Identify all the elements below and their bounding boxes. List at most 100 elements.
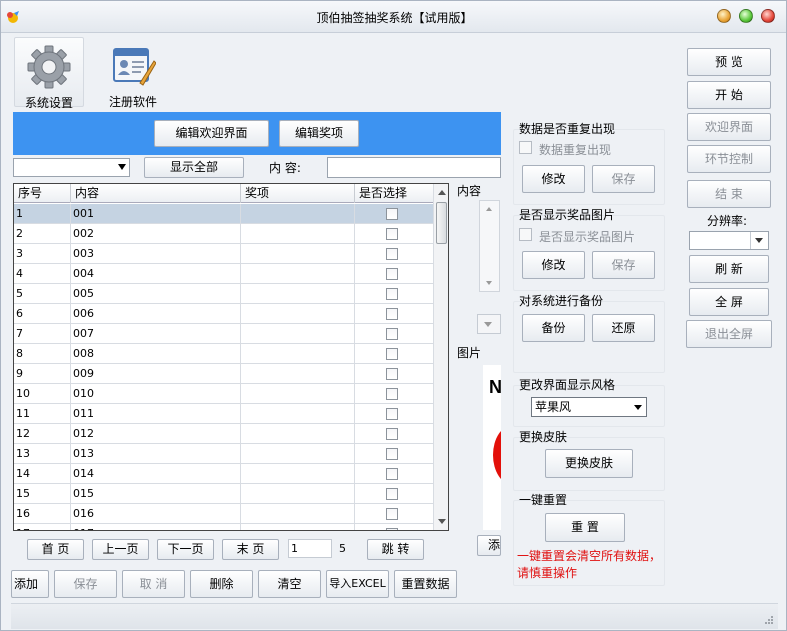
maximize-button[interactable] <box>739 9 753 23</box>
change-skin-button[interactable]: 更换皮肤 <box>545 449 633 478</box>
cell-no[interactable]: 11 <box>14 404 71 423</box>
last-page-button[interactable]: 末 页 <box>222 539 279 560</box>
cell-no[interactable]: 5 <box>14 284 71 303</box>
cell-prize[interactable] <box>241 444 355 463</box>
cell-prize[interactable] <box>241 304 355 323</box>
style-dropdown[interactable]: 苹果风 <box>531 397 647 417</box>
cell-content[interactable]: 005 <box>71 284 241 303</box>
cell-no[interactable]: 16 <box>14 504 71 523</box>
filter-dropdown[interactable] <box>13 158 130 177</box>
cell-no[interactable]: 7 <box>14 324 71 343</box>
end-button[interactable]: 结 束 <box>687 180 771 208</box>
cell-prize[interactable] <box>241 364 355 383</box>
scroll-down-icon[interactable] <box>486 281 492 285</box>
preview-button[interactable]: 预 览 <box>687 48 771 76</box>
cell-content[interactable]: 015 <box>71 484 241 503</box>
table-row[interactable]: 1 001 <box>14 204 433 224</box>
row-select-checkbox[interactable] <box>386 448 398 460</box>
save-button[interactable]: 保存 <box>54 570 117 598</box>
resize-grip-icon[interactable] <box>764 615 774 625</box>
table-row[interactable]: 15 015 <box>14 484 433 504</box>
prize-image-modify-button[interactable]: 修改 <box>522 251 585 279</box>
cell-prize[interactable] <box>241 284 355 303</box>
page-number-input[interactable]: 1 <box>288 539 332 558</box>
row-select-checkbox[interactable] <box>386 348 398 360</box>
row-select-checkbox[interactable] <box>386 408 398 420</box>
row-select-checkbox[interactable] <box>386 488 398 500</box>
cell-content[interactable]: 013 <box>71 444 241 463</box>
cell-prize[interactable] <box>241 504 355 523</box>
table-row[interactable]: 12 012 <box>14 424 433 444</box>
cancel-button[interactable]: 取 消 <box>122 570 185 598</box>
table-row[interactable]: 6 006 <box>14 304 433 324</box>
next-page-button[interactable]: 下一页 <box>157 539 214 560</box>
repeat-modify-button[interactable]: 修改 <box>522 165 585 193</box>
cell-no[interactable]: 14 <box>14 464 71 483</box>
exit-fullscreen-button[interactable]: 退出全屏 <box>686 320 772 348</box>
welcome-screen-button[interactable]: 欢迎界面 <box>687 113 771 141</box>
table-row[interactable]: 17017 <box>14 524 433 530</box>
register-software-button[interactable]: 注册软件 <box>98 37 168 109</box>
table-row[interactable]: 14 014 <box>14 464 433 484</box>
refresh-button[interactable]: 刷 新 <box>689 255 769 283</box>
cell-prize[interactable] <box>241 384 355 403</box>
edit-prizes-button[interactable]: 编辑奖项 <box>279 120 359 147</box>
goto-page-button[interactable]: 跳 转 <box>367 539 424 560</box>
cell-prize[interactable] <box>241 244 355 263</box>
cell-prize[interactable] <box>241 264 355 283</box>
cell-no[interactable]: 15 <box>14 484 71 503</box>
fullscreen-button[interactable]: 全 屏 <box>689 288 769 316</box>
cell-no[interactable]: 10 <box>14 384 71 403</box>
cell-no[interactable]: 1 <box>14 204 71 223</box>
cell-prize[interactable] <box>241 324 355 343</box>
table-row[interactable]: 16 016 <box>14 504 433 524</box>
table-row[interactable]: 2 002 <box>14 224 433 244</box>
side-prize-dropdown[interactable] <box>477 314 501 334</box>
row-select-checkbox[interactable] <box>386 288 398 300</box>
start-button[interactable]: 开 始 <box>687 81 771 109</box>
edit-welcome-button[interactable]: 编辑欢迎界面 <box>154 120 269 147</box>
table-row[interactable]: 7 007 <box>14 324 433 344</box>
cell-content[interactable]: 003 <box>71 244 241 263</box>
table-row[interactable]: 9 009 <box>14 364 433 384</box>
cell-content[interactable]: 004 <box>71 264 241 283</box>
cell-prize[interactable] <box>241 204 355 223</box>
minimize-button[interactable] <box>717 9 731 23</box>
one-click-reset-button[interactable]: 重 置 <box>545 513 625 542</box>
resolution-dropdown[interactable] <box>689 231 769 250</box>
row-select-checkbox[interactable] <box>386 228 398 240</box>
cell-content[interactable]: 016 <box>71 504 241 523</box>
cell-prize[interactable] <box>241 424 355 443</box>
cell-prize[interactable] <box>241 524 355 530</box>
table-row[interactable]: 5 005 <box>14 284 433 304</box>
prev-page-button[interactable]: 上一页 <box>92 539 149 560</box>
cell-no[interactable]: 17 <box>14 524 71 530</box>
cell-prize[interactable] <box>241 224 355 243</box>
backup-button[interactable]: 备份 <box>522 314 585 342</box>
close-button[interactable] <box>761 9 775 23</box>
row-select-checkbox[interactable] <box>386 428 398 440</box>
cell-no[interactable]: 2 <box>14 224 71 243</box>
cell-content[interactable]: 017 <box>71 524 241 530</box>
scroll-up-icon[interactable] <box>486 207 492 211</box>
content-search-input[interactable] <box>327 157 501 178</box>
show-all-button[interactable]: 显示全部 <box>144 157 244 178</box>
restore-button[interactable]: 还原 <box>592 314 655 342</box>
cell-no[interactable]: 8 <box>14 344 71 363</box>
row-select-checkbox[interactable] <box>386 328 398 340</box>
cell-no[interactable]: 12 <box>14 424 71 443</box>
table-row[interactable]: 10 010 <box>14 384 433 404</box>
row-select-checkbox[interactable] <box>386 368 398 380</box>
cell-content[interactable]: 008 <box>71 344 241 363</box>
cell-content[interactable]: 011 <box>71 404 241 423</box>
clear-button[interactable]: 清空 <box>258 570 321 598</box>
row-select-checkbox[interactable] <box>386 508 398 520</box>
scroll-up-icon[interactable] <box>438 190 446 195</box>
table-row[interactable]: 4 004 <box>14 264 433 284</box>
row-select-checkbox[interactable] <box>386 388 398 400</box>
cell-prize[interactable] <box>241 404 355 423</box>
repeat-checkbox[interactable] <box>519 141 532 154</box>
row-select-checkbox[interactable] <box>386 308 398 320</box>
scroll-thumb[interactable] <box>436 202 447 244</box>
cell-content[interactable]: 014 <box>71 464 241 483</box>
